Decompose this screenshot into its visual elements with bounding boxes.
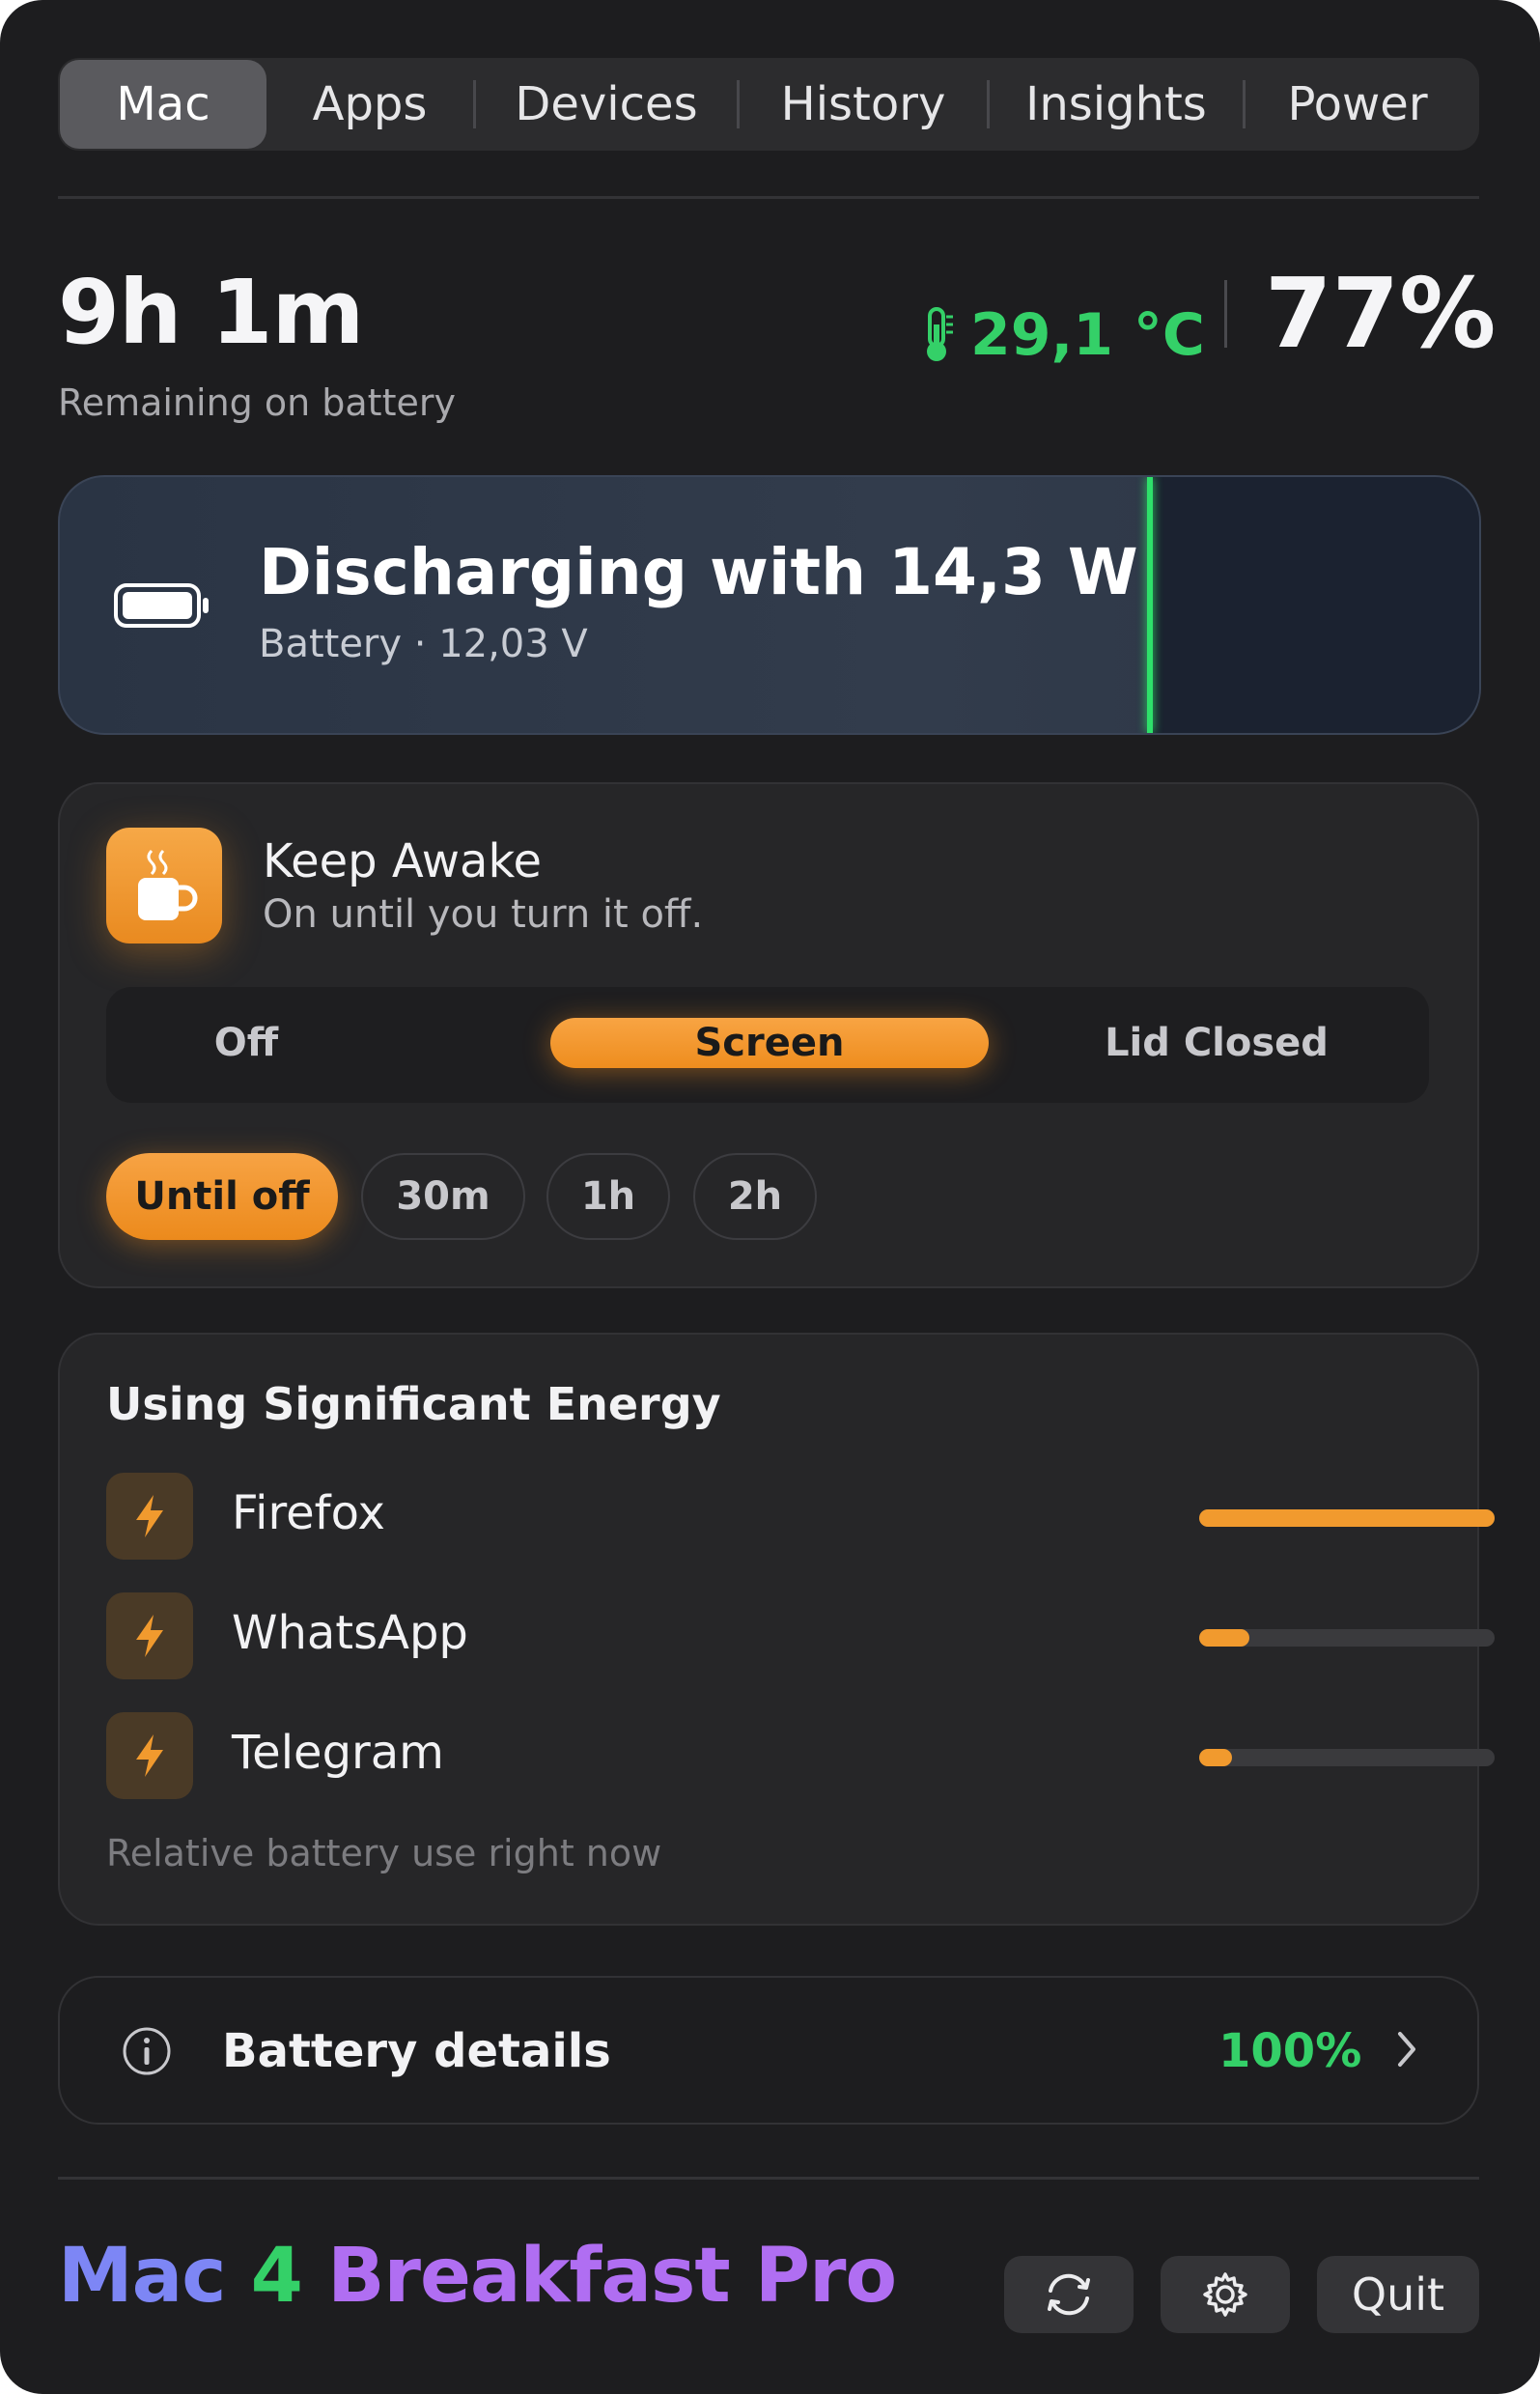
lightning-bolt-icon [106,1473,193,1560]
battery-panel: Mac Apps Devices History Insights Power … [0,0,1540,2394]
discharge-subtitle: Battery · 12,03 V [259,622,588,666]
app-name: WhatsApp [232,1606,468,1660]
energy-title: Using Significant Energy [106,1378,721,1430]
discharge-card: Discharging with 14,3 W Battery · 12,03 … [58,475,1481,735]
brand-part-4: 4 [250,2233,303,2320]
tab-history[interactable]: History [740,60,987,149]
tab-power[interactable]: Power [1246,60,1470,149]
app-brand-logo: Mac 4 Breakfast Pro [58,2239,897,2314]
keep-awake-subtitle: On until you turn it off. [263,892,704,937]
remaining-time: 9h 1m [58,261,364,364]
bottom-divider [58,2177,1479,2180]
remaining-label: Remaining on battery [58,381,456,424]
duration-2h-button[interactable]: 2h [693,1153,817,1240]
energy-app-row[interactable]: Telegram [106,1712,1495,1799]
battery-icon [114,583,210,632]
mode-off-option[interactable]: Off [183,1018,309,1068]
gear-icon [1201,2270,1249,2319]
mode-screen-option[interactable]: Screen [550,1018,989,1068]
duration-until-off-button[interactable]: Until off [106,1153,338,1240]
mode-lid-closed-option[interactable]: Lid Closed [1072,1018,1361,1068]
top-divider [58,196,1479,199]
chevron-right-icon [1392,2028,1421,2074]
battery-details-row[interactable]: Battery details 100% [58,1976,1479,2125]
energy-app-row[interactable]: WhatsApp [106,1592,1495,1679]
duration-1h-button[interactable]: 1h [546,1153,670,1240]
info-icon [122,2026,172,2080]
usage-bar [1199,1509,1495,1527]
brand-part-mac: Mac [58,2233,226,2320]
lightning-bolt-icon [106,1592,193,1679]
energy-card: Using Significant Energy Firefox WhatsAp… [58,1333,1495,1926]
usage-bar-fill [1199,1749,1232,1766]
battery-details-label: Battery details [222,2024,611,2078]
temperature-readout: 29,1 °C [922,301,1205,369]
duration-30m-button[interactable]: 30m [361,1153,525,1240]
keep-awake-title: Keep Awake [263,834,543,888]
energy-footnote: Relative battery use right now [106,1832,662,1874]
app-name: Firefox [232,1486,385,1540]
refresh-icon [1043,2271,1095,2318]
settings-button[interactable] [1161,2256,1290,2333]
usage-bar-fill [1199,1629,1250,1647]
usage-bar [1199,1629,1495,1647]
usage-bar-fill [1199,1509,1495,1527]
battery-level-marker [1147,477,1153,733]
tab-bar: Mac Apps Devices History Insights Power [58,58,1479,151]
app-name: Telegram [232,1726,444,1780]
quit-button[interactable]: Quit [1317,2256,1479,2333]
discharge-title: Discharging with 14,3 W [259,535,1138,609]
refresh-button[interactable] [1004,2256,1134,2333]
summary-separator [1224,280,1227,348]
battery-empty-area [1151,477,1479,733]
energy-app-row[interactable]: Firefox [106,1473,1495,1560]
lightning-bolt-icon [106,1712,193,1799]
tab-mac[interactable]: Mac [60,60,266,149]
thermometer-icon [922,307,955,363]
brand-part-breakfast-pro: Breakfast Pro [327,2233,897,2320]
tab-apps[interactable]: Apps [266,60,473,149]
battery-percent: 77% [1265,257,1497,370]
tab-insights[interactable]: Insights [990,60,1243,149]
usage-bar [1199,1749,1495,1766]
coffee-cup-icon [106,828,222,944]
temperature-value: 29,1 °C [970,301,1205,369]
tab-devices[interactable]: Devices [476,60,737,149]
keep-awake-mode-selector: Off Screen Lid Closed [106,987,1429,1103]
battery-health-value: 100% [1218,2024,1362,2078]
keep-awake-card: Keep Awake On until you turn it off. Off… [58,782,1479,1288]
